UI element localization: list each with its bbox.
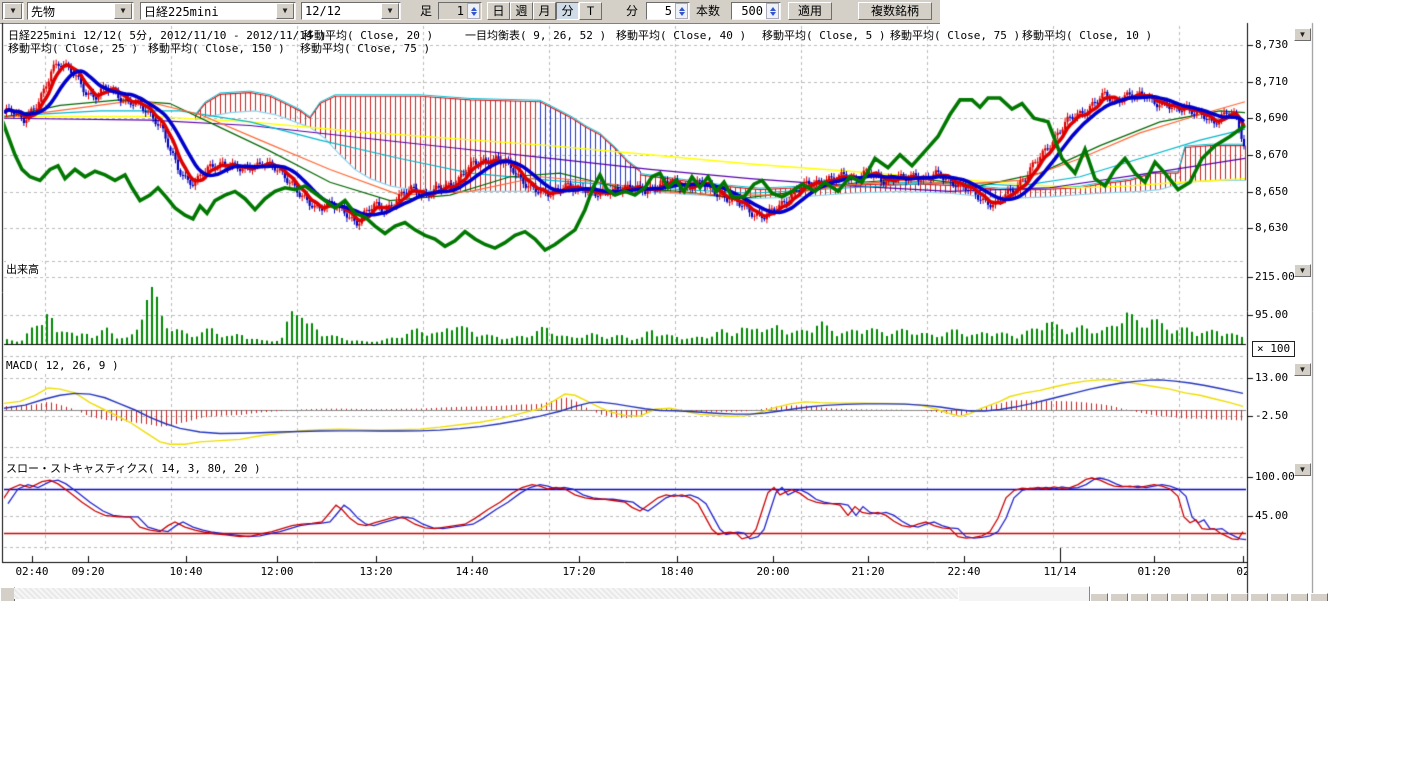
chart-canvas[interactable] <box>0 0 1420 768</box>
mini-button[interactable] <box>1290 593 1308 601</box>
mini-button[interactable] <box>1130 593 1148 601</box>
bottom-strip <box>0 586 1332 601</box>
axis-tick-label: 8,630 <box>1255 221 1288 234</box>
mini-button[interactable] <box>1110 593 1128 601</box>
axis-tick-label: 8,690 <box>1255 111 1288 124</box>
volume-panel-label: 出来高 <box>6 261 42 277</box>
mini-button[interactable] <box>1170 593 1188 601</box>
price-scale-dropdown-button[interactable]: ▼ <box>1294 28 1311 41</box>
legend-row-2: 移動平均( Close, 25 ) 移動平均( Close, 150 ) 移動平均(… <box>0 40 1246 53</box>
time-tick-label: 17:20 <box>562 565 595 578</box>
stoch-panel-label: スロー・ストキャスティクス( 14, 3, 80, 20 ) <box>6 460 264 476</box>
mini-button[interactable] <box>1270 593 1288 601</box>
mini-button[interactable] <box>1210 593 1228 601</box>
legend-item: 移動平均( Close, 75 ) <box>300 40 430 56</box>
axis-tick-label: 8,710 <box>1255 75 1288 88</box>
axis-tick-label: 45.00 <box>1255 509 1288 522</box>
macd-panel-label: MACD( 12, 26, 9 ) <box>6 359 122 372</box>
axis-tick-label: 100.00 <box>1255 470 1295 483</box>
legend-item: 移動平均( Close, 25 ) <box>8 40 138 56</box>
mini-button[interactable] <box>1150 593 1168 601</box>
time-tick-label: 02:40 <box>15 565 48 578</box>
time-tick-label: 20:00 <box>756 565 789 578</box>
time-tick-label: 22:40 <box>947 565 980 578</box>
mini-button[interactable] <box>1230 593 1248 601</box>
axis-tick-label: 8,650 <box>1255 185 1288 198</box>
time-tick-label: 10:40 <box>169 565 202 578</box>
macd-scale-dropdown-button[interactable]: ▼ <box>1294 363 1311 376</box>
time-tick-label: 01:20 <box>1137 565 1170 578</box>
mini-button[interactable] <box>1250 593 1268 601</box>
stoch-scale-dropdown-button[interactable]: ▼ <box>1294 463 1311 476</box>
axis-tick-label: -2.50 <box>1255 409 1288 422</box>
chart-application-window: ▼ 先物 ▼ 日経225mini ▼ 12/12 ▼ 足 1 分 5 本数 50… <box>0 0 1420 768</box>
volume-multiplier-box: × 100 <box>1252 341 1295 357</box>
time-tick-label: 09:20 <box>71 565 104 578</box>
legend-row-1: 日経225mini 12/12( 5分, 2012/11/10 - 2012/1… <box>0 27 1246 40</box>
scrollbar-left-button[interactable] <box>0 587 15 601</box>
time-tick-label: 21:20 <box>851 565 884 578</box>
time-tick-label: 14:40 <box>455 565 488 578</box>
axis-tick-label: 95.00 <box>1255 308 1288 321</box>
axis-tick-label: 8,730 <box>1255 38 1288 51</box>
time-axis: 02:40 09:20 10:40 12:00 13:20 14:40 17:20 18:40… <box>0 564 1247 582</box>
legend-item: 移動平均( Close, 150 ) <box>148 40 285 56</box>
volume-scale-dropdown-button[interactable]: ▼ <box>1294 264 1311 277</box>
axis-tick-label: 13.00 <box>1255 371 1288 384</box>
time-tick-label: 02 <box>1236 565 1247 578</box>
axis-tick-label: 8,670 <box>1255 148 1288 161</box>
horizontal-scrollbar-track[interactable] <box>14 588 958 599</box>
scrollbar-thumb[interactable] <box>958 586 1090 601</box>
mini-button[interactable] <box>1310 593 1328 601</box>
mini-button[interactable] <box>1190 593 1208 601</box>
mini-button[interactable] <box>1090 593 1108 601</box>
time-tick-label: 18:40 <box>660 565 693 578</box>
time-tick-label: 11/14 <box>1043 565 1076 578</box>
axis-tick-label: 215.00 <box>1255 270 1295 283</box>
time-tick-label: 12:00 <box>260 565 293 578</box>
time-tick-label: 13:20 <box>359 565 392 578</box>
